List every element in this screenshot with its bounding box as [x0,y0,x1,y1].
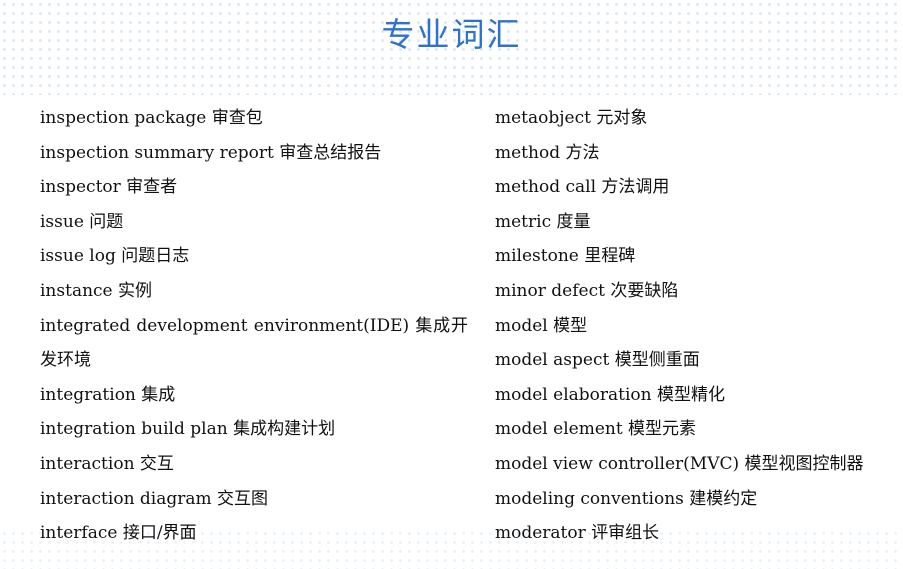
term-entry: model element 模型元素 [495,419,697,440]
term-entry-continuation: 发环境 [40,350,91,371]
term-entry: model elaboration 模型精化 [495,384,726,405]
term-entry: metric 度量 [495,211,591,232]
term-entry: issue log 问题日志 [40,246,190,267]
right-term-column: metaobject 元对象 method 方法 method call 方法调… [495,101,895,551]
term-entry: milestone 里程碑 [495,246,636,267]
term-entry: moderator 评审组长 [495,523,660,544]
term-entry: interface 接口/界面 [40,523,197,544]
left-term-column: inspection package 审查包 inspection summar… [40,101,468,551]
page-title: 专业词汇 [381,15,522,54]
term-entry: issue 问题 [40,211,124,232]
term-entry: method 方法 [495,142,600,163]
term-entry: interaction 交互 [40,453,174,474]
term-entry: instance 实例 [40,280,153,301]
term-entry: integration 集成 [40,384,176,405]
term-entry: model 模型 [495,315,588,336]
term-entry: inspector 审查者 [40,177,178,198]
term-entry: metaobject 元对象 [495,108,648,128]
term-entry: model view controller(MVC) 模型视图控制器 [495,453,864,474]
term-entry: interaction diagram 交互图 [40,488,269,509]
term-entry: integration build plan 集成构建计划 [40,419,336,440]
term-entry: modeling conventions 建模约定 [495,488,758,509]
term-entry: minor defect 次要缺陷 [495,280,679,301]
term-entry: integrated development environment(IDE) … [40,315,468,336]
term-entry: inspection summary report 审查总结报告 [40,142,382,163]
term-entry: inspection package 审查包 [40,108,263,128]
term-entry: method call 方法调用 [495,177,670,198]
term-entry: model aspect 模型侧重面 [495,350,700,371]
